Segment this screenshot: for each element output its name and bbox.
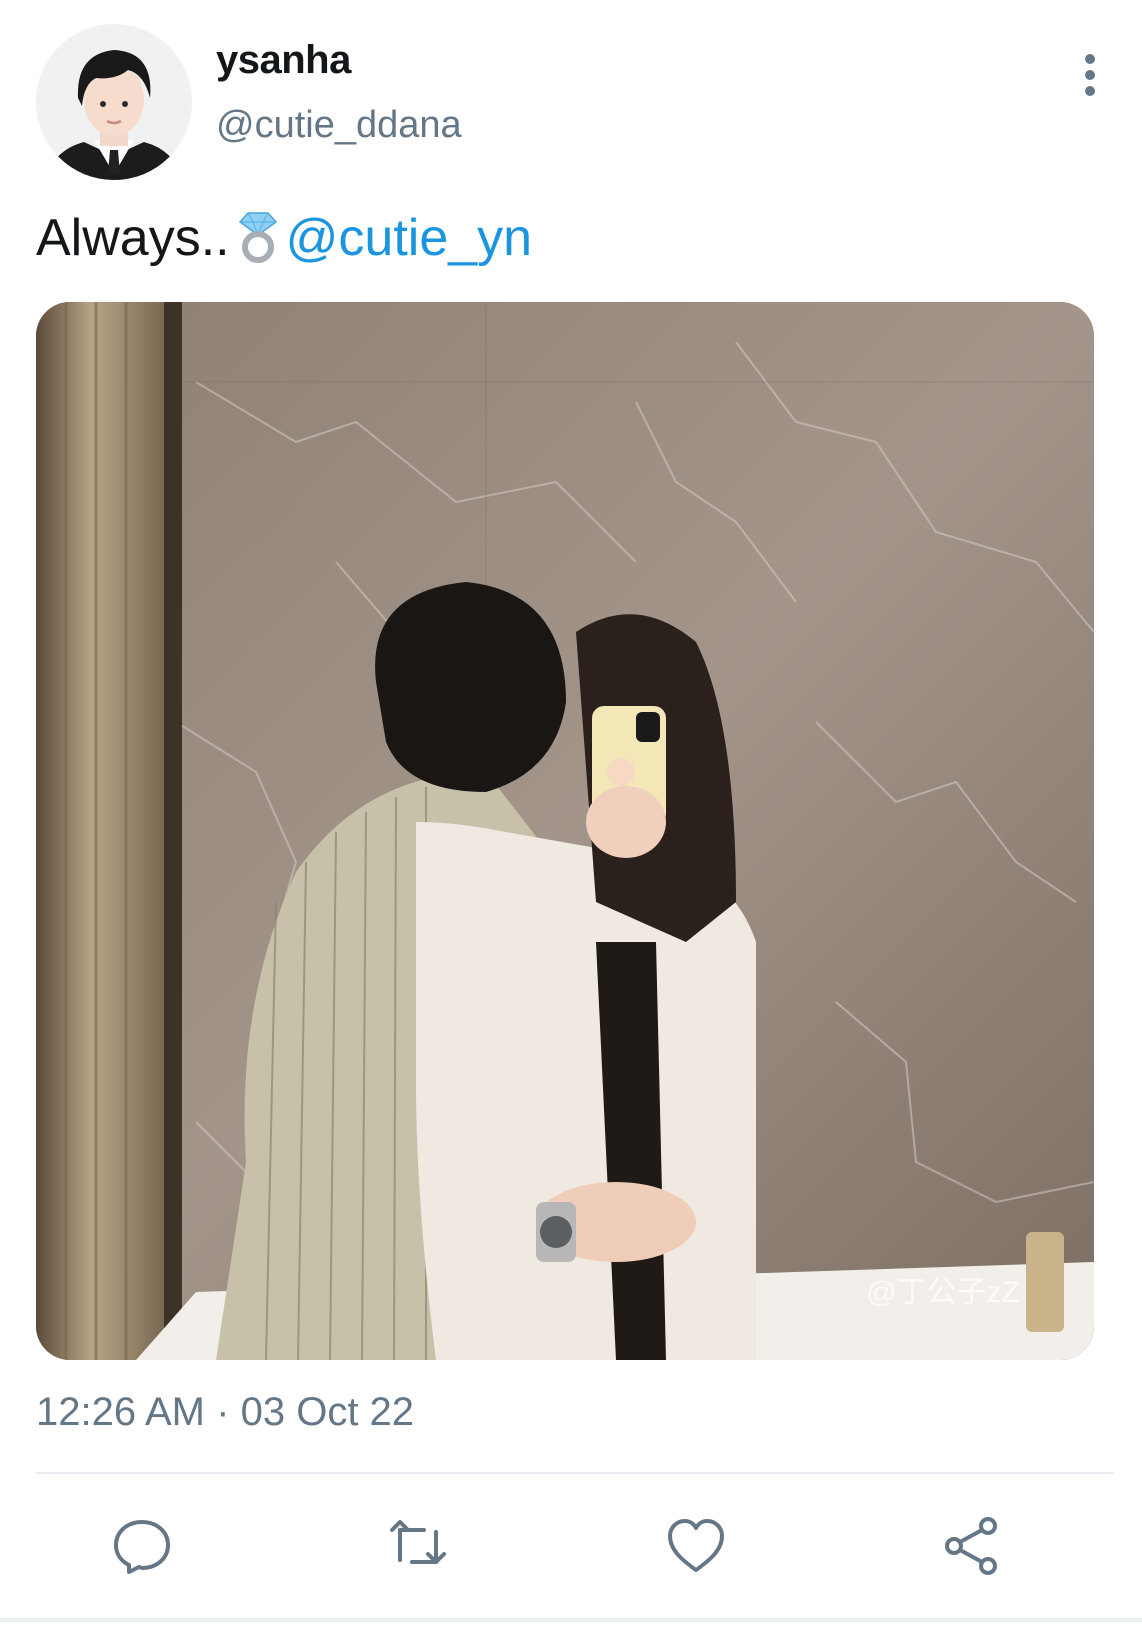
photo-image: @丁公子zZ	[36, 302, 1094, 1360]
avatar[interactable]	[36, 24, 192, 180]
retweet-button[interactable]	[382, 1510, 454, 1582]
avatar-image	[36, 24, 192, 180]
share-button[interactable]	[936, 1510, 1008, 1582]
more-options-icon-dot	[1085, 70, 1095, 80]
divider	[36, 1472, 1114, 1474]
bottom-separator	[0, 1618, 1142, 1622]
ring-icon	[234, 209, 282, 263]
user-handle[interactable]: @cutie_ddana	[216, 104, 462, 147]
more-options-button[interactable]	[1070, 50, 1110, 100]
timestamp-time: 12:26 AM	[36, 1390, 206, 1434]
tweet-text-body: Always..	[36, 209, 230, 267]
timestamp-separator: ·	[216, 1390, 230, 1434]
tweet-text: Always.. @cutie_yn	[36, 206, 532, 270]
more-options-icon	[1085, 54, 1095, 64]
timestamp-date: 03 Oct 22	[240, 1390, 415, 1434]
reply-button[interactable]	[106, 1510, 178, 1582]
tweet-timestamp[interactable]: 12:26 AM · 03 Oct 22	[36, 1390, 414, 1435]
speech-bubble-icon	[114, 1520, 170, 1574]
tweet-card: ysanha @cutie_ddana Always.. @cutie_yn @…	[0, 0, 1142, 1638]
tweet-photo[interactable]: @丁公子zZ	[36, 302, 1094, 1360]
heart-icon	[668, 1519, 724, 1572]
retweet-icon	[390, 1520, 446, 1564]
share-icon	[945, 1517, 997, 1575]
photo-watermark: @丁公子zZ	[866, 1276, 1020, 1309]
like-button[interactable]	[660, 1510, 732, 1582]
display-name[interactable]: ysanha	[216, 38, 351, 83]
mention-link[interactable]: @cutie_yn	[286, 209, 532, 267]
more-options-icon-dot	[1085, 86, 1095, 96]
